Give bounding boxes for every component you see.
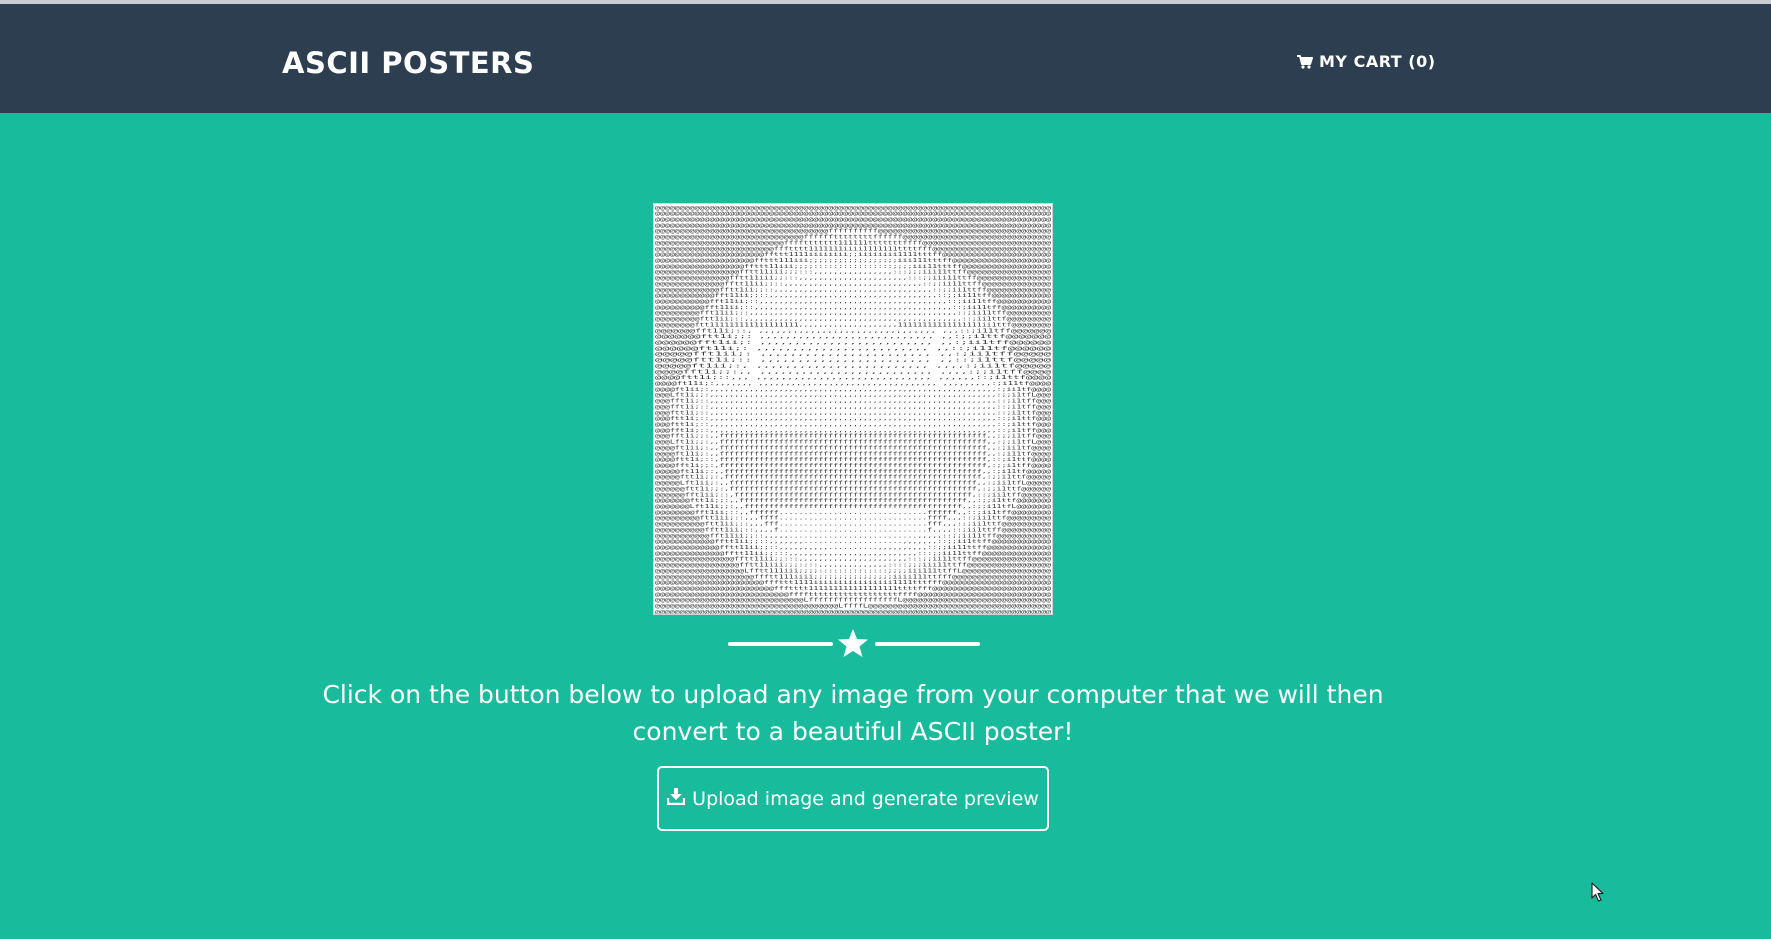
ascii-poster-preview: @@@@@@@@@@@@@@@@@@@@@@@@@@@@@@@@@@@@@@@@… xyxy=(653,203,1053,615)
mouse-cursor-icon xyxy=(1591,882,1605,907)
shopping-cart-icon xyxy=(1297,54,1313,69)
star-divider xyxy=(728,628,980,658)
star-icon xyxy=(837,628,869,663)
divider-line-left xyxy=(728,642,833,646)
upload-image-button[interactable]: Upload image and generate preview xyxy=(657,766,1049,831)
cart-label: MY CART (0) xyxy=(1319,52,1436,71)
navbar: ASCII POSTERS MY CART (0) xyxy=(0,4,1771,113)
upload-button-label: Upload image and generate preview xyxy=(692,787,1039,810)
intro-text: Click on the button below to upload any … xyxy=(322,680,1384,746)
download-icon xyxy=(666,787,686,810)
divider-line-right xyxy=(875,642,980,646)
my-cart-link[interactable]: MY CART (0) xyxy=(1297,52,1436,71)
svg-text:@@@@@@@@@@@@@@@@@@@@@@@@@@@@@@: @@@@@@@@@@@@@@@@@@@@@@@@@@@@@@@@@@@@@@@@… xyxy=(655,609,1052,614)
brand-logo[interactable]: ASCII POSTERS xyxy=(282,46,534,80)
